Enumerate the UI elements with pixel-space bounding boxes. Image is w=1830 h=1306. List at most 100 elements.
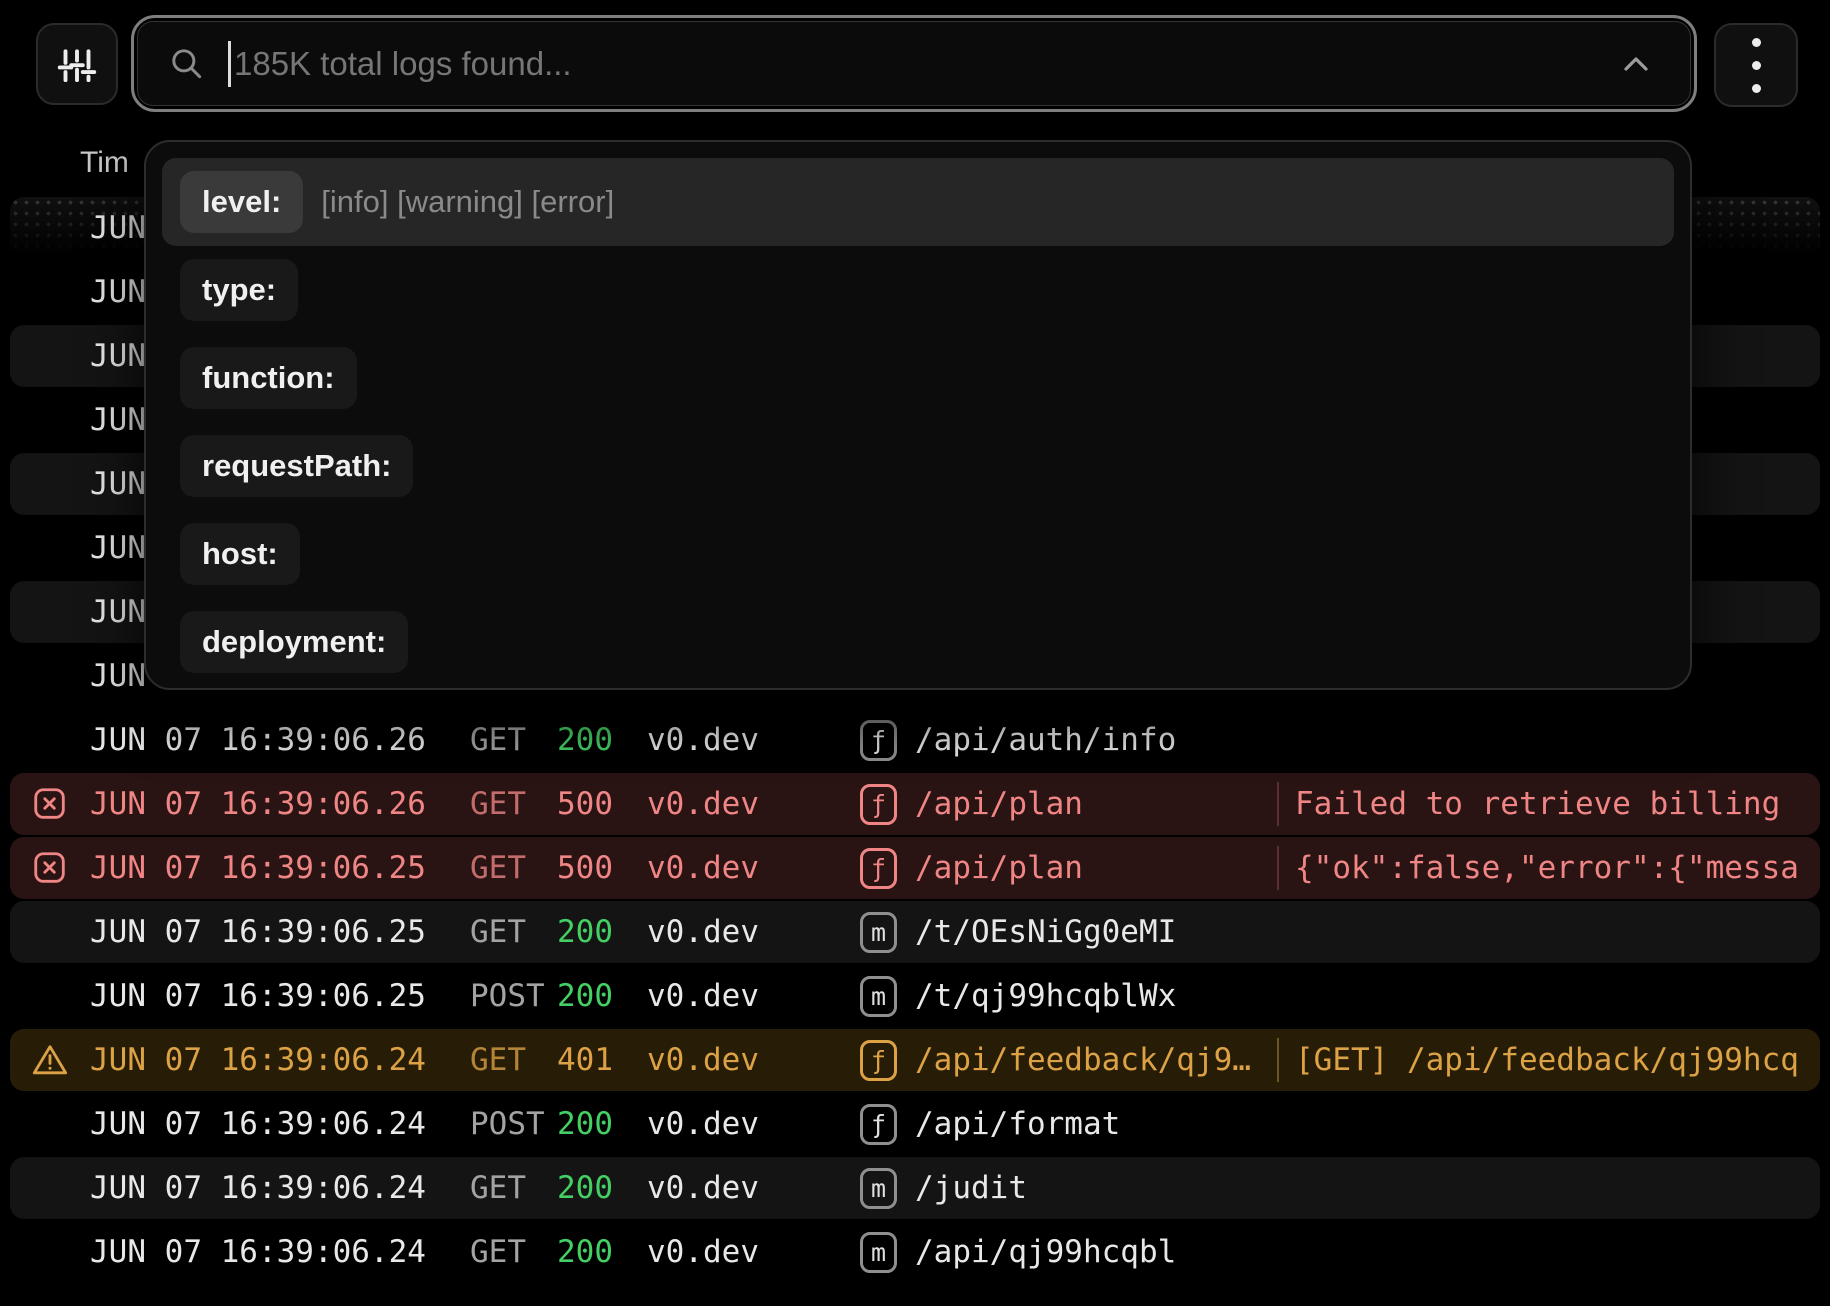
suggestion-key-chip: level: (180, 171, 303, 233)
log-status: 500 (557, 786, 647, 822)
suggestion-item[interactable]: host: (162, 510, 1674, 598)
log-method: POST (470, 1106, 557, 1142)
runtime-badge: m (860, 912, 915, 953)
log-host: v0.dev (647, 1234, 860, 1270)
log-status: 200 (557, 1234, 647, 1270)
log-host: v0.dev (647, 1106, 860, 1142)
suggestion-label: requestPath: (202, 448, 391, 484)
log-path: /judit (915, 1170, 1277, 1206)
runtime-badge: ƒ (860, 1040, 915, 1081)
suggestion-label: deployment: (202, 624, 386, 660)
log-message: Failed to retrieve billing (1295, 786, 1780, 822)
log-method: POST (470, 978, 557, 1014)
log-method: GET (470, 1042, 557, 1078)
runtime-badge: ƒ (860, 720, 915, 761)
message-divider (1277, 1038, 1279, 1082)
time-column-header-label: Tim (80, 146, 129, 180)
suggestion-hint: [info] [warning] [error] (321, 184, 614, 220)
suggestion-key-chip: host: (180, 523, 300, 585)
log-status: 200 (557, 978, 647, 1014)
runtime-badge: ƒ (860, 784, 915, 825)
log-method: GET (470, 722, 557, 758)
log-time: JUN 07 16:39:06.25 (90, 914, 470, 950)
log-path: /t/OEsNiGg0eMI (915, 914, 1277, 950)
log-method: GET (470, 914, 557, 950)
kebab-icon (1752, 38, 1761, 93)
log-path: /api/qj99hcqbl (915, 1234, 1277, 1270)
log-row[interactable]: JUN 07 16:39:06.25 GET 200 v0.dev m /t/O… (0, 900, 1830, 964)
log-time: JUN 07 16:39:06.24 (90, 1234, 470, 1270)
search-input[interactable]: 185K total logs found... (137, 21, 1691, 106)
log-host: v0.dev (647, 850, 860, 886)
log-row[interactable]: JUN 07 16:39:06.25 GET 500 v0.dev ƒ /api… (0, 836, 1830, 900)
log-status: 500 (557, 850, 647, 886)
level-icon (30, 784, 70, 824)
log-time: JUN 07 16:39:06.24 (90, 1042, 470, 1078)
log-row[interactable]: JUN 07 16:39:06.26 GET 200 v0.dev ƒ /api… (0, 708, 1830, 772)
log-method: GET (470, 1170, 557, 1206)
more-options-button[interactable] (1714, 23, 1798, 107)
sliders-icon (54, 41, 100, 87)
logs-screen: Tim JUN JUN JUN JUN (0, 0, 1830, 1306)
suggestion-item[interactable]: deployment: (162, 598, 1674, 686)
level-icon (30, 1040, 70, 1080)
log-time: JUN 07 16:39:06.25 (90, 978, 470, 1014)
log-status: 401 (557, 1042, 647, 1078)
log-path: /api/feedback/qj9… (915, 1042, 1277, 1078)
text-cursor (228, 41, 231, 87)
log-host: v0.dev (647, 1170, 860, 1206)
log-row[interactable]: JUN 07 16:39:06.25 POST 200 v0.dev m /t/… (0, 964, 1830, 1028)
log-status: 200 (557, 1106, 647, 1142)
square-x-icon (31, 785, 69, 823)
suggestion-key-chip: deployment: (180, 611, 408, 673)
level-icon (30, 848, 70, 888)
log-path: /api/format (915, 1106, 1277, 1142)
log-message: [GET] /api/feedback/qj99hcq (1295, 1042, 1799, 1078)
log-host: v0.dev (647, 914, 860, 950)
log-host: v0.dev (647, 722, 860, 758)
log-time: JUN 07 16:39:06.26 (90, 786, 470, 822)
search-input-focus-ring: 185K total logs found... (131, 15, 1697, 112)
log-host: v0.dev (647, 786, 860, 822)
log-method: GET (470, 786, 557, 822)
suggestion-label: function: (202, 360, 335, 396)
message-divider (1277, 846, 1279, 890)
suggestion-key-chip: type: (180, 259, 298, 321)
filter-suggestions-panel: level: [info] [warning] [error] type: fu… (144, 140, 1692, 690)
log-row[interactable]: JUN 07 16:39:06.26 GET 500 v0.dev ƒ /api… (0, 772, 1830, 836)
log-path: /api/auth/info (915, 722, 1277, 758)
suggestion-key-chip: function: (180, 347, 357, 409)
suggestion-label: type: (202, 272, 276, 308)
log-time: JUN 07 16:39:06.26 (90, 722, 470, 758)
runtime-badge: m (860, 1232, 915, 1273)
suggestion-item[interactable]: type: (162, 246, 1674, 334)
log-row[interactable]: JUN 07 16:39:06.24 GET 200 v0.dev m /api… (0, 1220, 1830, 1284)
suggestion-item[interactable]: function: (162, 334, 1674, 422)
square-x-icon (31, 849, 69, 887)
log-method: GET (470, 850, 557, 886)
log-status: 200 (557, 914, 647, 950)
log-row[interactable]: JUN 07 16:39:06.24 POST 200 v0.dev ƒ /ap… (0, 1092, 1830, 1156)
runtime-badge: m (860, 1168, 915, 1209)
log-status: 200 (557, 722, 647, 758)
log-row[interactable]: JUN 07 16:39:06.24 GET 401 v0.dev ƒ /api… (0, 1028, 1830, 1092)
suggestion-item[interactable]: requestPath: (162, 422, 1674, 510)
triangle-alert-icon (30, 1041, 70, 1079)
log-path: /t/qj99hcqblWx (915, 978, 1277, 1014)
chevron-up-icon[interactable] (1616, 49, 1656, 79)
search-placeholder: 185K total logs found... (234, 45, 572, 83)
runtime-badge: ƒ (860, 1104, 915, 1145)
log-row[interactable]: JUN 07 16:39:06.24 GET 200 v0.dev m /jud… (0, 1156, 1830, 1220)
log-time: JUN 07 16:39:06.24 (90, 1170, 470, 1206)
suggestion-key-chip: requestPath: (180, 435, 413, 497)
filter-toggle-button[interactable] (36, 23, 118, 105)
log-status: 200 (557, 1170, 647, 1206)
suggestion-item[interactable]: level: [info] [warning] [error] (162, 158, 1674, 246)
time-column-header: Tim (0, 130, 129, 196)
suggestion-label: host: (202, 536, 278, 572)
log-time: JUN 07 16:39:06.24 (90, 1106, 470, 1142)
search-icon (168, 45, 206, 83)
runtime-badge: m (860, 976, 915, 1017)
runtime-badge: ƒ (860, 848, 915, 889)
log-message: {"ok":false,"error":{"messa (1295, 850, 1799, 886)
